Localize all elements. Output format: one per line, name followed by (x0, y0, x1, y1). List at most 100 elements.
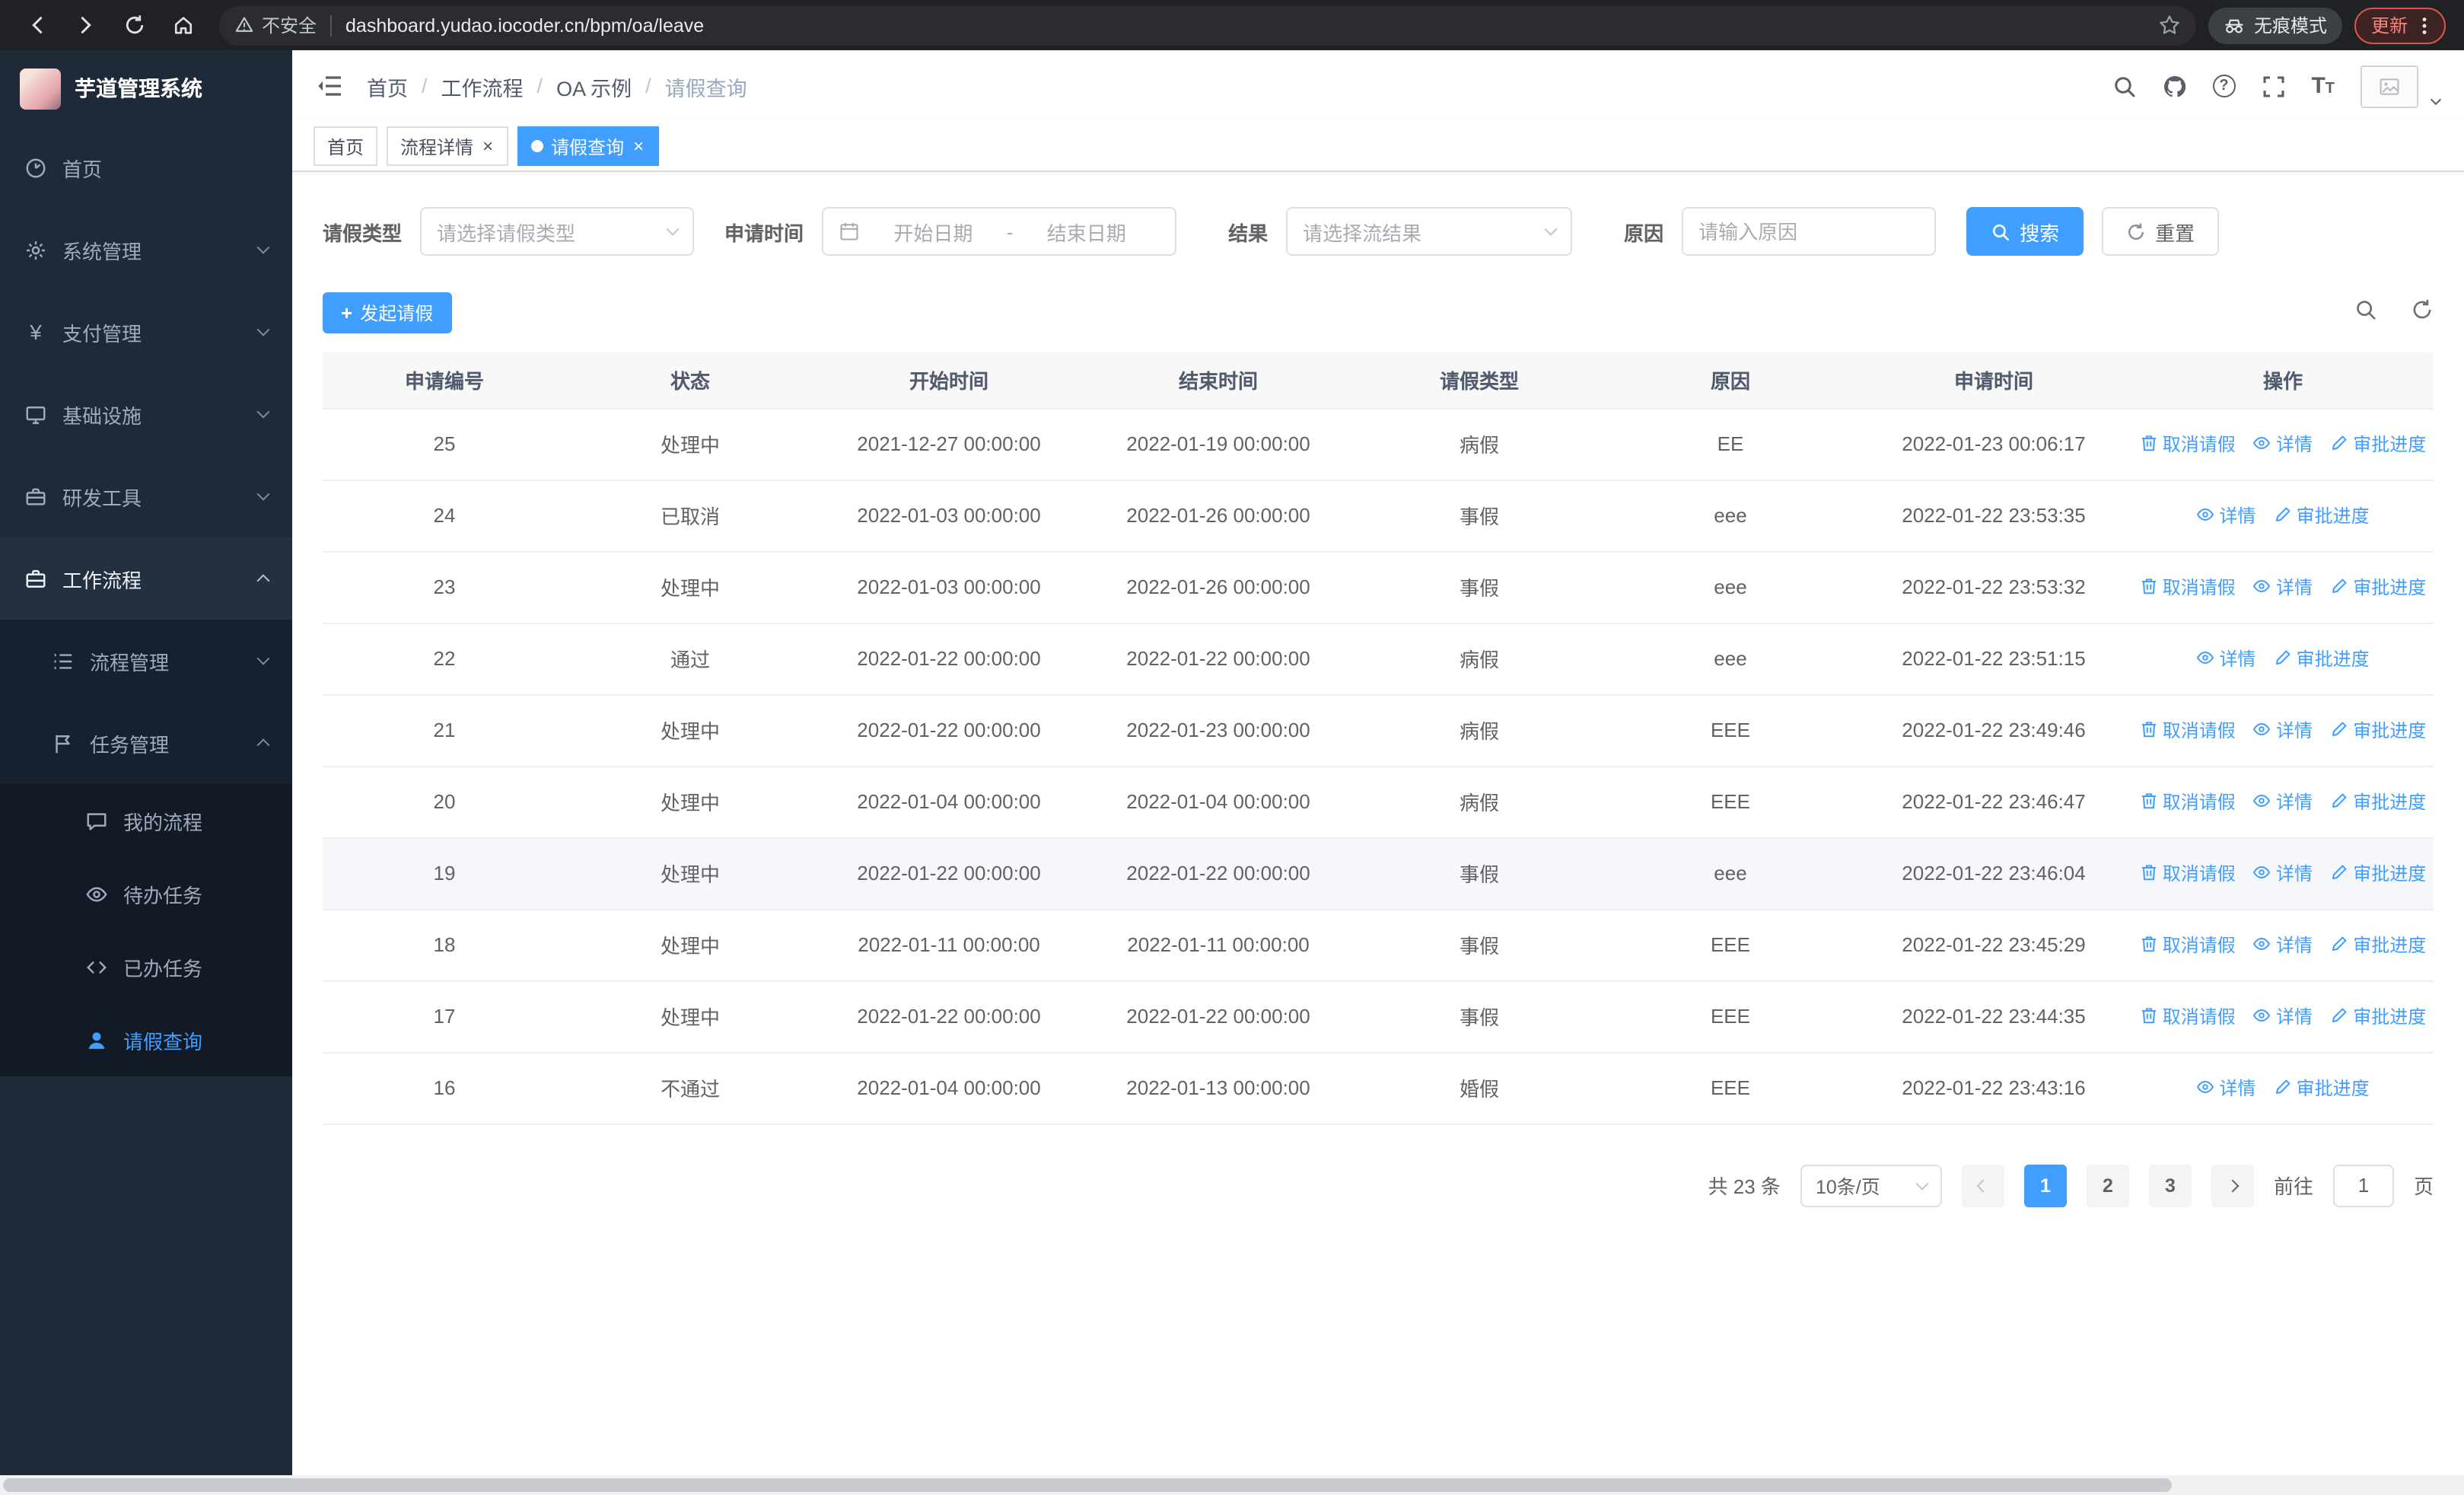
approval-progress-link[interactable]: 审批进度 (2330, 1003, 2426, 1029)
result-select[interactable]: 请选择流结果 (1286, 207, 1573, 256)
col-apply-id: 申请编号 (323, 352, 566, 409)
detail-link[interactable]: 详情 (2253, 1003, 2313, 1029)
approval-progress-link[interactable]: 审批进度 (2330, 431, 2426, 457)
cancel-leave-link[interactable]: 取消请假 (2140, 431, 2236, 457)
detail-link[interactable]: 详情 (2253, 932, 2313, 958)
address-bar[interactable]: 不安全 dashboard.yudao.iocoder.cn/bpm/oa/le… (219, 5, 2196, 45)
apply-time-range-picker[interactable]: 开始日期 - 结束日期 (822, 207, 1177, 256)
sidebar-item-dev-tools[interactable]: 研发工具 (0, 455, 292, 537)
scrollbar-thumb[interactable] (3, 1478, 2172, 1492)
approval-progress-link[interactable]: 审批进度 (2330, 860, 2426, 886)
forward-button[interactable] (65, 5, 105, 45)
approval-progress-link[interactable]: 审批进度 (2274, 502, 2370, 528)
security-chip[interactable]: 不安全 (234, 12, 317, 38)
prev-page-button[interactable] (1961, 1164, 2004, 1207)
sidebar-item-system-mgmt[interactable]: 系统管理 (0, 209, 292, 291)
cancel-leave-link[interactable]: 取消请假 (2140, 860, 2236, 886)
table-row: 23 处理中 2022-01-03 00:00:00 2022-01-26 00… (323, 551, 2434, 623)
detail-link[interactable]: 详情 (2253, 574, 2313, 600)
page-button-2[interactable]: 2 (2086, 1164, 2129, 1207)
cancel-leave-link[interactable]: 取消请假 (2140, 717, 2236, 743)
kebab-menu-icon[interactable] (2414, 14, 2435, 36)
cancel-leave-link[interactable]: 取消请假 (2140, 1003, 2236, 1029)
approval-progress-link[interactable]: 审批进度 (2274, 1075, 2370, 1101)
close-icon[interactable]: × (632, 137, 645, 155)
cell-status: 已取消 (660, 505, 720, 528)
reason-input[interactable] (1682, 207, 1937, 256)
edit-pen-icon (2332, 794, 2347, 808)
cell-apply-time: 2022-01-22 23:46:04 (1902, 862, 2086, 885)
back-button[interactable] (17, 5, 56, 45)
refresh-table-button[interactable] (2411, 298, 2434, 328)
approval-progress-link[interactable]: 审批进度 (2330, 789, 2426, 814)
sidebar-item-task-mgmt[interactable]: 任务管理 (0, 702, 292, 784)
close-icon[interactable]: × (481, 137, 495, 155)
sidebar-item-my-process[interactable]: 我的流程 (0, 784, 292, 857)
detail-link[interactable]: 详情 (2253, 789, 2313, 814)
detail-link[interactable]: 详情 (2196, 502, 2255, 528)
approval-progress-link[interactable]: 审批进度 (2330, 717, 2426, 743)
detail-link[interactable]: 详情 (2196, 1075, 2255, 1101)
url-input[interactable]: dashboard.yudao.iocoder.cn/bpm/oa/leave (345, 14, 2158, 36)
app-logo[interactable]: 芋道管理系统 (0, 50, 292, 126)
font-size-icon[interactable]: TT (2311, 75, 2335, 97)
reset-button[interactable]: 重置 (2102, 207, 2220, 256)
update-label: 更新 (2370, 15, 2408, 37)
github-button[interactable] (2162, 74, 2186, 98)
tab-home[interactable]: 首页 (314, 126, 378, 166)
approval-progress-link[interactable]: 审批进度 (2274, 645, 2370, 671)
toggle-search-button[interactable] (2354, 298, 2377, 328)
sidebar-item-infrastructure[interactable]: 基础设施 (0, 373, 292, 455)
sidebar-item-leave-query[interactable]: 请假查询 (0, 1003, 292, 1076)
help-icon[interactable]: ? (2212, 75, 2236, 97)
approval-progress-link[interactable]: 审批进度 (2330, 932, 2426, 958)
detail-link[interactable]: 详情 (2253, 717, 2313, 743)
tab-process-detail[interactable]: 流程详情 × (387, 126, 509, 166)
create-leave-button[interactable]: + 发起请假 (323, 292, 452, 333)
eye-icon (2253, 866, 2271, 879)
sidebar-item-process-mgmt[interactable]: 流程管理 (0, 620, 292, 702)
fullscreen-button[interactable] (2261, 74, 2285, 98)
cell-apply-time: 2022-01-22 23:51:15 (1902, 647, 2086, 670)
cell-end-time: 2022-01-22 00:00:00 (1126, 862, 1310, 885)
sidebar-item-done-tasks[interactable]: 已办任务 (0, 930, 292, 1003)
avatar-caret-icon[interactable] (2430, 94, 2442, 106)
cancel-leave-link[interactable]: 取消请假 (2140, 789, 2236, 814)
bookmark-star-icon[interactable] (2158, 14, 2181, 37)
cell-end-time: 2022-01-13 00:00:00 (1126, 1076, 1310, 1099)
table-row: 17 处理中 2022-01-22 00:00:00 2022-01-22 00… (323, 980, 2434, 1053)
table-row: 18 处理中 2022-01-11 00:00:00 2022-01-11 00… (323, 909, 2434, 981)
search-button[interactable]: 搜索 (1966, 207, 2084, 256)
tab-leave-query[interactable]: 请假查询 × (517, 126, 660, 166)
sidebar-item-payment-mgmt[interactable]: ¥ 支付管理 (0, 291, 292, 373)
page-button-1[interactable]: 1 (2023, 1164, 2067, 1207)
cancel-leave-link[interactable]: 取消请假 (2140, 574, 2236, 600)
goto-page-input[interactable] (2332, 1164, 2394, 1207)
avatar[interactable] (2361, 65, 2418, 107)
sidebar-item-home[interactable]: 首页 (0, 126, 292, 209)
horizontal-scrollbar[interactable] (0, 1475, 2464, 1495)
reload-button[interactable] (114, 5, 154, 45)
page-button-3[interactable]: 3 (2148, 1164, 2192, 1207)
page-size-select[interactable]: 10条/页 (1800, 1164, 1942, 1207)
breadcrumb-item[interactable]: 工作流程 (441, 71, 524, 101)
detail-link[interactable]: 详情 (2253, 860, 2313, 886)
cell-apply-time: 2022-01-23 00:06:17 (1902, 432, 2086, 455)
sidebar-item-workflow[interactable]: 工作流程 (0, 537, 292, 620)
sidebar-item-label: 基础设施 (62, 404, 142, 427)
detail-link[interactable]: 详情 (2253, 431, 2313, 457)
breadcrumb-item[interactable]: OA 示例 (556, 71, 632, 101)
update-button[interactable]: 更新 (2354, 7, 2446, 43)
leave-type-select[interactable]: 请选择请假类型 (420, 207, 695, 256)
cancel-leave-link[interactable]: 取消请假 (2140, 932, 2236, 958)
sidebar-item-todo-tasks[interactable]: 待办任务 (0, 857, 292, 930)
detail-link[interactable]: 详情 (2196, 645, 2255, 671)
next-page-button[interactable] (2211, 1164, 2254, 1207)
home-button[interactable] (163, 5, 202, 45)
breadcrumb-item[interactable]: 首页 (367, 71, 408, 101)
search-button[interactable] (2112, 74, 2136, 98)
approval-progress-link[interactable]: 审批进度 (2330, 574, 2426, 600)
breadcrumb-current: 请假查询 (664, 77, 747, 100)
collapse-sidebar-button[interactable] (317, 73, 342, 99)
trash-icon (2141, 1008, 2156, 1024)
